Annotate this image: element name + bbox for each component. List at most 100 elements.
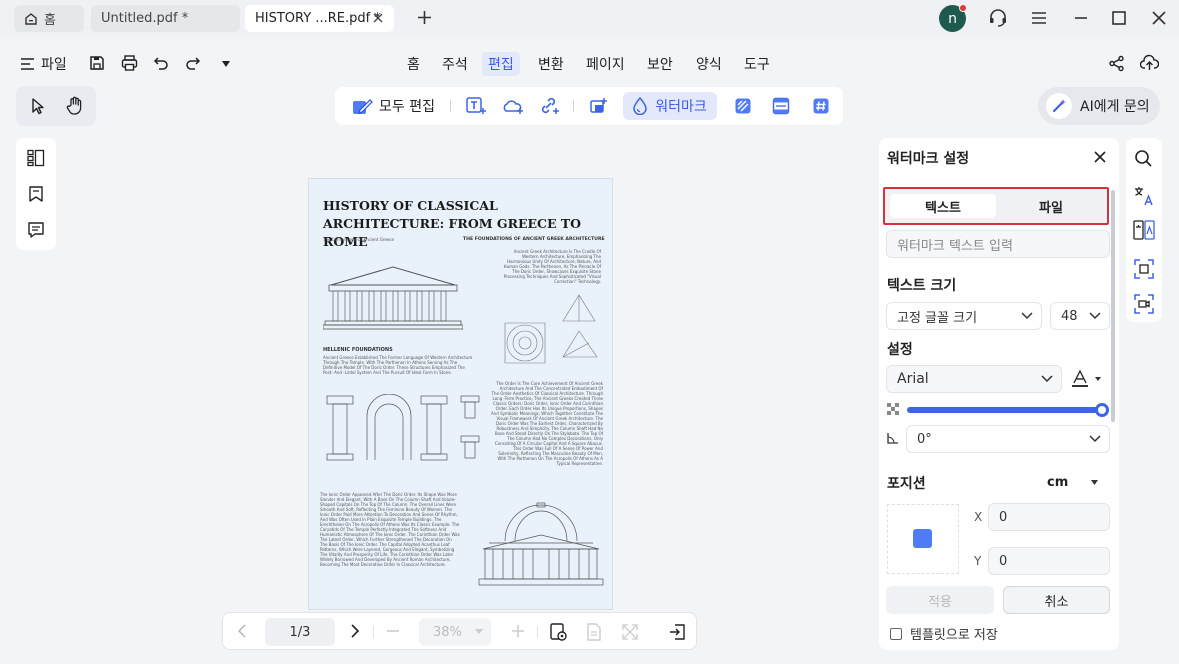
crop-icon[interactable] <box>584 92 612 120</box>
edit-all-label: 모두 편집 <box>379 99 435 115</box>
chevron-down-icon <box>1021 312 1033 320</box>
page-indicator[interactable]: 1/3 <box>265 618 335 646</box>
watermark-label: 워터마크 <box>655 99 707 115</box>
save-template-label: 템플릿으로 저장 <box>910 628 998 643</box>
menu-tools[interactable]: 도구 <box>738 52 776 76</box>
menu-page[interactable]: 페이지 <box>580 52 631 76</box>
watermark-button[interactable]: 워터마크 <box>623 92 717 120</box>
ask-ai-button[interactable]: AI에게 문의 <box>1038 87 1160 125</box>
tab-home-label: 홈 <box>44 13 56 28</box>
menu-convert[interactable]: 변환 <box>532 52 570 76</box>
add-image-icon[interactable] <box>499 92 527 120</box>
next-page-icon[interactable] <box>348 623 362 639</box>
close-tab-icon[interactable] <box>371 11 385 25</box>
rotation-icon <box>887 432 899 444</box>
menu-home[interactable]: 홈 <box>401 52 426 76</box>
position-anchor[interactable] <box>913 529 932 548</box>
toolbar-divider <box>573 100 574 112</box>
unit-select[interactable]: cm <box>1047 475 1068 490</box>
screen-record-icon[interactable] <box>1134 294 1154 314</box>
section-heading-left: HELLENIC FOUNDATIONS <box>323 347 393 353</box>
bates-number-icon[interactable] <box>807 92 835 120</box>
opacity-icon <box>887 403 899 415</box>
header-footer-icon[interactable] <box>767 92 795 120</box>
tab-document-active[interactable]: HISTORY ...RE.pdf * <box>245 5 394 32</box>
font-size-select[interactable]: 48 <box>1050 302 1110 330</box>
tab-text[interactable]: 텍스트 <box>890 194 996 218</box>
comments-icon[interactable] <box>27 221 45 239</box>
search-icon[interactable] <box>1134 149 1153 168</box>
prev-page-icon[interactable] <box>235 623 249 639</box>
document-title: HISTORY OF CLASSICAL ARCHITECTURE: FROM … <box>323 198 582 249</box>
font-select[interactable]: Arial <box>886 365 1062 393</box>
menu-icon[interactable] <box>1031 10 1047 26</box>
font-color-icon[interactable] <box>1071 370 1103 388</box>
view-mode-icon[interactable] <box>549 622 569 642</box>
menu-bar: 파일 홈 주석 편집 변환 페이지 보안 양식 도구 <box>0 40 1179 86</box>
menu-security[interactable]: 보안 <box>641 52 679 76</box>
customize-dropdown-icon[interactable] <box>221 60 231 68</box>
position-grid[interactable] <box>887 504 959 574</box>
redo-icon[interactable] <box>185 55 201 71</box>
tab-home[interactable]: 홈 <box>14 5 84 32</box>
save-template-checkbox[interactable] <box>890 627 902 640</box>
cloud-upload-icon[interactable] <box>1140 54 1159 72</box>
print-icon[interactable] <box>121 55 138 71</box>
file-menu[interactable]: 파일 <box>20 54 67 74</box>
maximize-icon[interactable] <box>1111 10 1127 26</box>
avatar[interactable]: n <box>939 4 967 32</box>
thumbnails-icon[interactable] <box>27 149 45 167</box>
close-window-icon[interactable] <box>1151 10 1167 26</box>
zoom-out-icon[interactable] <box>385 623 401 639</box>
paragraph-3: The Order Is The Core Achievement Of Anc… <box>491 381 603 466</box>
left-sidebar <box>16 138 56 250</box>
tab-file[interactable]: 파일 <box>998 194 1104 218</box>
y-label: Y <box>974 554 982 568</box>
save-icon[interactable] <box>89 55 105 71</box>
tab-label: HISTORY ...RE.pdf * <box>255 11 381 26</box>
new-tab-icon[interactable] <box>416 9 433 26</box>
headset-icon[interactable] <box>988 8 1008 28</box>
zoom-in-icon[interactable] <box>510 623 526 639</box>
background-icon[interactable] <box>729 92 757 120</box>
bookmark-icon[interactable] <box>27 185 45 203</box>
menu-comment[interactable]: 주석 <box>436 52 474 76</box>
close-panel-icon[interactable] <box>1093 150 1107 164</box>
edit-toolbar: 모두 편집 워터마크 <box>335 87 843 125</box>
zoom-select[interactable]: 38% <box>419 618 491 646</box>
fullscreen-icon[interactable] <box>621 623 639 641</box>
minimize-icon[interactable] <box>1073 10 1089 26</box>
panel-scrollbar[interactable] <box>1111 190 1115 422</box>
menu-edit[interactable]: 편집 <box>482 52 520 76</box>
share-icon[interactable] <box>1108 55 1125 72</box>
screenshot-ocr-icon[interactable] <box>1134 259 1154 279</box>
fit-page-icon[interactable] <box>585 622 603 642</box>
apply-button[interactable]: 적용 <box>886 586 994 614</box>
x-input[interactable]: 0 <box>988 503 1110 531</box>
rotation-select[interactable]: 0° <box>906 425 1110 453</box>
save-as-template[interactable]: 템플릿으로 저장 <box>890 624 998 643</box>
hand-tool-icon[interactable] <box>66 96 84 115</box>
add-text-icon[interactable] <box>462 92 490 120</box>
size-mode-select[interactable]: 고정 글꼴 크기 <box>886 302 1042 330</box>
translate-icon[interactable] <box>1134 186 1154 206</box>
text-size-heading: 텍스트 크기 <box>887 278 957 294</box>
zoom-value: 38% <box>433 624 462 640</box>
y-input[interactable]: 0 <box>988 547 1110 575</box>
undo-icon[interactable] <box>153 55 169 71</box>
menu-form[interactable]: 양식 <box>690 52 728 76</box>
pointer-icon[interactable] <box>30 97 46 115</box>
tab-document[interactable]: Untitled.pdf * <box>91 5 240 32</box>
exit-reading-icon[interactable] <box>667 622 687 642</box>
add-link-icon[interactable] <box>536 92 564 120</box>
watermark-text-input[interactable]: 워터마크 텍스트 입력 <box>886 230 1110 258</box>
unit-dropdown-icon[interactable] <box>1091 480 1098 486</box>
edit-all-button[interactable]: 모두 편집 <box>345 92 441 120</box>
document-page[interactable]: HISTORY OF CLASSICAL ARCHITECTURE: FROM … <box>308 178 613 610</box>
opacity-slider-knob[interactable] <box>1095 403 1109 417</box>
section-heading-right: THE FOUNDATIONS OF ANCIENT GREEK ARCHITE… <box>463 237 605 242</box>
title-bar: 홈 Untitled.pdf * HISTORY ...RE.pdf * n <box>0 0 1179 36</box>
compare-translate-icon[interactable] <box>1133 220 1155 240</box>
cancel-button[interactable]: 취소 <box>1003 586 1110 614</box>
opacity-slider[interactable] <box>907 403 1109 417</box>
